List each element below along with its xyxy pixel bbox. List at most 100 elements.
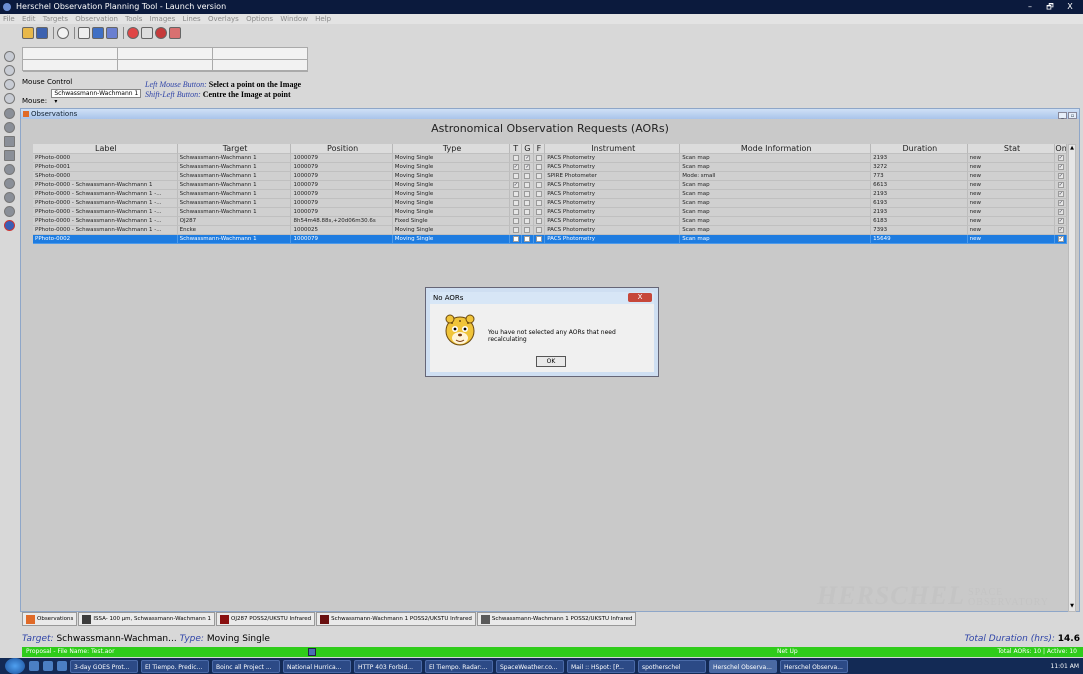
table-row[interactable]: PPhoto-0000 - Schwassmann-Wachmann 1 -..… [33,208,1067,217]
panel-restore-button[interactable]: ▫ [1068,112,1077,119]
on-checkbox[interactable]: ✓ [1057,181,1064,188]
zoom-fit-icon[interactable] [4,79,15,90]
ruler-icon[interactable] [4,150,15,161]
f-checkbox[interactable] [535,154,542,161]
contour-icon[interactable] [4,164,15,175]
on-checkbox[interactable]: ✓ [1057,208,1064,215]
menu-targets[interactable]: Targets [43,15,68,23]
clear-overlay-icon[interactable] [141,27,153,39]
tab-sw1-image-2[interactable]: Schwassmann-Wachmann 1 POSS2/UKSTU Infra… [476,612,637,626]
table-row[interactable]: PPhoto-0000 Schwassmann-Wachmann 1 10000… [33,154,1067,163]
close-button[interactable]: X [1061,1,1079,13]
system-clock[interactable]: 11:01 AM [1051,663,1083,670]
target-icon[interactable] [127,27,139,39]
menu-file[interactable]: File [3,15,15,23]
menu-window[interactable]: Window [280,15,308,23]
scroll-down-icon[interactable]: ▼ [1069,603,1075,611]
scroll-up-icon[interactable]: ▲ [1069,145,1075,153]
g-checkbox[interactable] [524,199,531,206]
g-checkbox[interactable] [524,226,531,233]
task-button[interactable]: National Hurrica... [283,659,351,673]
col-t[interactable]: T [510,144,523,154]
on-checkbox[interactable]: ✓ [1057,154,1064,161]
col-mode[interactable]: Mode Information [680,144,872,154]
tab-oj287-image[interactable]: OJ287 POSS2/UKSTU Infrared [216,612,316,626]
g-checkbox[interactable]: ✓ [524,163,531,170]
menu-images[interactable]: Images [150,15,176,23]
report-icon[interactable] [106,27,118,39]
on-checkbox[interactable]: ✓ [1057,172,1064,179]
f-checkbox[interactable] [535,226,542,233]
panel-minimize-button[interactable]: _ [1058,112,1067,119]
t-checkbox[interactable] [512,217,519,224]
table-row[interactable]: PPhoto-0000 - Schwassmann-Wachmann 1 -..… [33,199,1067,208]
f-checkbox[interactable] [535,199,542,206]
col-duration[interactable]: Duration [871,144,968,154]
t-checkbox[interactable]: ✓ [512,181,519,188]
open-folder-icon[interactable] [22,27,34,39]
save-icon[interactable] [36,27,48,39]
table-row[interactable]: PPhoto-0000 - Schwassmann-Wachmann 1 -..… [33,217,1067,226]
g-checkbox[interactable] [524,217,531,224]
menu-lines[interactable]: Lines [182,15,200,23]
info-icon[interactable] [4,220,15,231]
task-button[interactable]: El Tiempo. Radar:... [425,659,493,673]
g-checkbox[interactable] [524,172,531,179]
catalog-icon[interactable] [4,178,15,189]
menu-overlays[interactable]: Overlays [208,15,239,23]
table-row[interactable]: PPhoto-0000 - Schwassmann-Wachmann 1 -..… [33,190,1067,199]
task-button[interactable]: SpaceWeather.co... [496,659,564,673]
footprint-icon[interactable] [4,206,15,217]
tab-sw1-image[interactable]: Schwassmann-Wachmann 1 POSS2/UKSTU Infra… [316,612,476,626]
f-checkbox[interactable] [535,181,542,188]
f-checkbox[interactable] [535,208,542,215]
undo-icon[interactable] [57,27,69,39]
task-button[interactable]: HTTP 403 Forbid... [354,659,422,673]
table-row-selected[interactable]: PPhoto-0002 Schwassmann-Wachmann 1 10000… [33,235,1067,244]
task-button[interactable]: Boinc all Project ... [212,659,280,673]
recalculate-icon[interactable] [92,27,104,39]
maximize-button[interactable]: 🗗 [1041,1,1059,13]
f-checkbox[interactable] [535,190,542,197]
table-row[interactable]: PPhoto-0000 - Schwassmann-Wachmann 1 -..… [33,226,1067,235]
zoom-reset-icon[interactable] [4,93,15,104]
quicklaunch-icon[interactable] [43,661,53,671]
delete-aor-icon[interactable] [78,27,90,39]
menu-options[interactable]: Options [246,15,273,23]
start-button[interactable] [5,658,25,674]
col-on[interactable]: On [1055,144,1067,154]
g-checkbox[interactable] [524,190,531,197]
menu-edit[interactable]: Edit [22,15,36,23]
table-row[interactable]: PPhoto-0000 - Schwassmann-Wachmann 1 Sch… [33,181,1067,190]
on-checkbox[interactable]: ✓ [1057,217,1064,224]
zoom-in-icon[interactable] [4,51,15,62]
pan-icon[interactable] [4,108,15,119]
t-checkbox[interactable]: ✓ [512,163,519,170]
table-row[interactable]: PPhoto-0001 Schwassmann-Wachmann 1 10000… [33,163,1067,172]
on-checkbox[interactable]: ✓ [1057,226,1064,233]
ok-button[interactable]: OK [536,356,566,367]
t-checkbox[interactable] [512,190,519,197]
g-checkbox[interactable] [524,181,531,188]
g-checkbox[interactable] [524,208,531,215]
minimize-button[interactable]: – [1021,1,1039,13]
quicklaunch-icon[interactable] [29,661,39,671]
f-checkbox[interactable] [535,163,542,170]
crosshair-icon[interactable] [4,122,15,133]
on-checkbox[interactable]: ✓ [1057,199,1064,206]
task-button[interactable]: El Tiempo. Predic... [141,659,209,673]
col-label[interactable]: Label [33,144,178,154]
visibility-icon[interactable] [155,27,167,39]
edit-icon[interactable] [169,27,181,39]
grid-icon[interactable] [4,136,15,147]
t-checkbox[interactable] [512,172,519,179]
table-row[interactable]: SPhoto-0000 Schwassmann-Wachmann 1 10000… [33,172,1067,181]
menu-help[interactable]: Help [315,15,331,23]
f-checkbox[interactable] [535,172,542,179]
t-checkbox[interactable] [512,199,519,206]
g-checkbox[interactable]: ✓ [524,154,531,161]
table-scrollbar[interactable]: ▲ ▼ [1068,144,1076,612]
zoom-out-icon[interactable] [4,65,15,76]
tab-observations[interactable]: Observations [22,612,78,626]
tab-issa-image[interactable]: ISSA- 100 µm, Schwassmann-Wachmann 1 [78,612,216,626]
